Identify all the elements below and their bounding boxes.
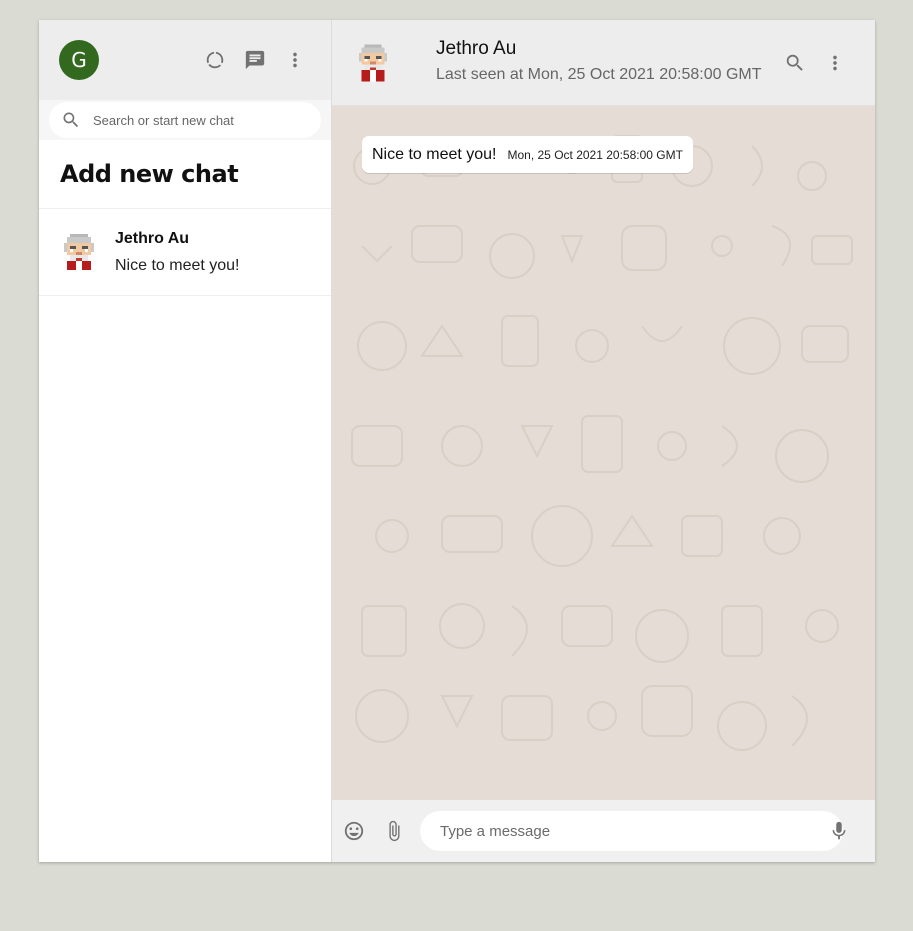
message-area: Nice to meet you! Mon, 25 Oct 2021 20:58… <box>332 106 875 800</box>
contact-status: Last seen at Mon, 25 Oct 2021 20:58:00 G… <box>436 65 762 83</box>
sidebar-header: G <box>39 20 331 100</box>
add-new-chat-button[interactable]: Add new chat <box>39 140 331 209</box>
chat-header-info[interactable]: Jethro Au Last seen at Mon, 25 Oct 2021 … <box>436 38 762 84</box>
emoji-icon[interactable] <box>342 819 366 843</box>
app-window: G Add new chat <box>39 20 875 862</box>
user-avatar[interactable]: G <box>59 40 99 80</box>
chat-item-info: Jethro Au Nice to meet you! <box>115 230 240 275</box>
chat-item-name: Jethro Au <box>115 229 190 247</box>
chat-header: Jethro Au Last seen at Mon, 25 Oct 2021 … <box>332 20 875 106</box>
contact-name: Jethro Au <box>436 37 517 59</box>
message-input[interactable] <box>420 811 843 851</box>
search-bar <box>39 100 331 140</box>
status-icon[interactable] <box>203 48 227 72</box>
search-input[interactable] <box>93 112 293 128</box>
chat-panel: Jethro Au Last seen at Mon, 25 Oct 2021 … <box>332 20 875 862</box>
menu-icon[interactable] <box>823 51 847 75</box>
message-composer <box>332 800 875 862</box>
search-icon <box>63 112 79 128</box>
search-icon[interactable] <box>783 51 807 75</box>
new-chat-icon[interactable] <box>243 48 267 72</box>
sidebar: G Add new chat <box>39 20 332 862</box>
chat-wallpaper <box>351 135 853 751</box>
chat-list-item[interactable]: Jethro Au Nice to meet you! <box>39 209 331 296</box>
chat-header-actions <box>783 51 847 75</box>
chat-item-last-message: Nice to meet you! <box>115 256 240 274</box>
contact-avatar <box>64 234 94 270</box>
menu-icon[interactable] <box>283 48 307 72</box>
message-text: Nice to meet you! <box>372 146 497 163</box>
message-timestamp: Mon, 25 Oct 2021 20:58:00 GMT <box>507 148 683 162</box>
search-box[interactable] <box>49 102 321 138</box>
contact-avatar[interactable] <box>356 44 390 82</box>
message-bubble[interactable]: Nice to meet you! Mon, 25 Oct 2021 20:58… <box>362 136 693 173</box>
attach-icon[interactable] <box>382 819 406 843</box>
microphone-icon[interactable] <box>827 819 851 843</box>
sidebar-header-actions <box>203 48 307 72</box>
